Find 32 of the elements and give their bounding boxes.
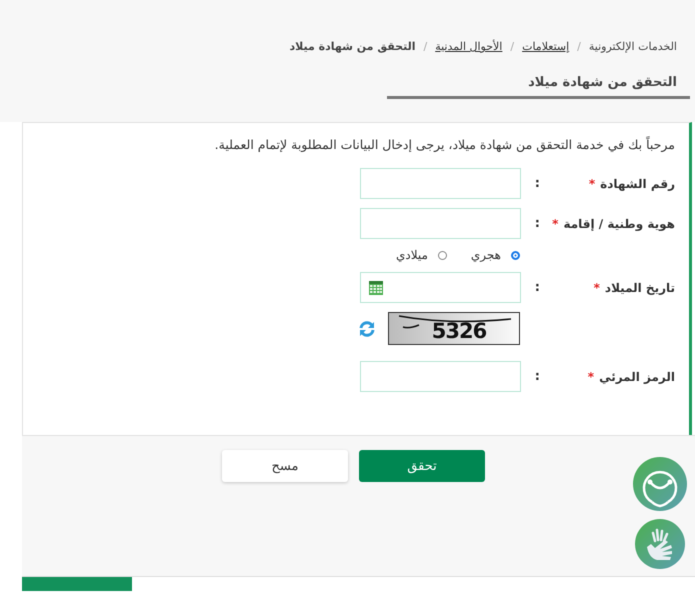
field-label: الرمز المرئي *	[586, 370, 675, 384]
colon: :	[534, 369, 540, 384]
radio-button[interactable]	[438, 250, 447, 260]
field-label: رقم الشهادة *	[588, 176, 675, 190]
colon: :	[534, 176, 540, 191]
verify-button[interactable]: تحقق	[359, 450, 485, 482]
breadcrumb-current: التحقق من شهادة ميلاد	[289, 40, 416, 53]
date-field[interactable]	[360, 272, 521, 303]
field-label: هوية وطنية / إقامة *	[551, 216, 675, 230]
sign-language-icon[interactable]	[635, 519, 685, 569]
radio-label: هجري	[470, 248, 501, 262]
clear-button[interactable]: مسح	[222, 450, 348, 482]
breadcrumb-link[interactable]: الأحوال المدنية	[435, 40, 502, 53]
breadcrumb-item: الخدمات الإلكترونية	[588, 40, 677, 53]
radio-label: ميلادي	[396, 248, 428, 262]
calendar-icon[interactable]	[369, 280, 383, 294]
breadcrumb-separator: /	[577, 40, 581, 53]
input-field[interactable]	[360, 208, 521, 239]
support-avatar-icon[interactable]	[633, 457, 687, 511]
intro-text: مرحباً بك في خدمة التحقق من شهادة ميلاد، يرجى إدخال البيانات المطلوبة لإتمام العملية.	[214, 137, 675, 152]
field-label: تاريخ الميلاد *	[592, 280, 675, 294]
radio-button[interactable]	[511, 250, 520, 260]
breadcrumb-separator: /	[423, 40, 428, 53]
refresh-icon[interactable]	[358, 320, 376, 338]
input-field[interactable]	[360, 168, 521, 199]
colon: :	[534, 216, 540, 231]
captcha-image: 5326	[388, 312, 520, 345]
input-field[interactable]	[360, 361, 521, 392]
colon: :	[534, 280, 540, 295]
page-title: التحقق من شهادة ميلاد	[527, 75, 677, 90]
breadcrumb-separator: /	[510, 40, 514, 53]
breadcrumb-link[interactable]: إستعلامات	[522, 40, 570, 53]
